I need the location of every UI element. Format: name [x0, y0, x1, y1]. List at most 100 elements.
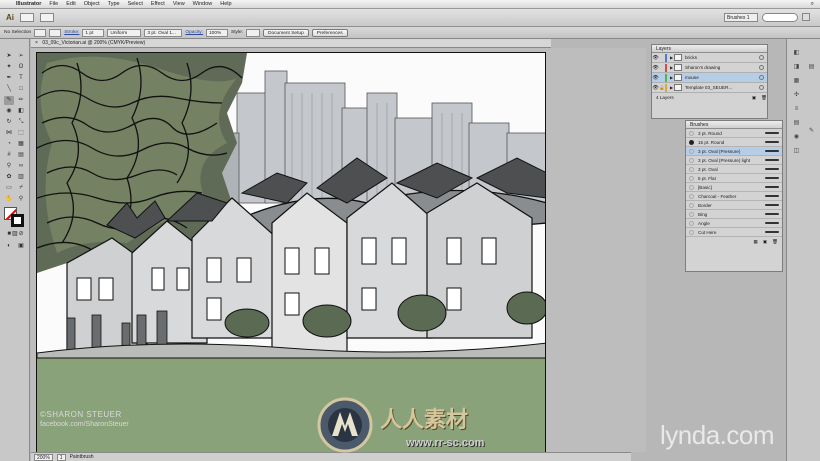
brush-row[interactable]: 3 pt. Oval (Pressure) light — [686, 156, 782, 165]
layer-target-icon[interactable] — [759, 65, 764, 70]
delete-brush-icon[interactable]: 🗑 — [772, 237, 778, 246]
fill-stroke-widget[interactable] — [4, 207, 26, 227]
blend-tool-icon[interactable]: ∞ — [16, 162, 26, 171]
artboard[interactable] — [36, 52, 546, 456]
shape-builder-icon[interactable]: ◔ — [4, 140, 14, 149]
menu-edit[interactable]: Edit — [62, 1, 79, 7]
stroke-panel-icon[interactable]: ≡ — [792, 105, 801, 113]
layer-name[interactable]: Template 03_SEUER... — [685, 85, 759, 90]
draw-mode-icon[interactable]: ◐ — [4, 242, 14, 251]
opacity-field[interactable]: 100% — [206, 28, 229, 37]
visibility-eye-icon[interactable]: 👁 — [652, 75, 659, 81]
zoom-tool-icon[interactable]: ⚲ — [16, 195, 26, 204]
brush-row[interactable]: [Basic] — [686, 183, 782, 192]
selection-tool-icon[interactable]: ➤ — [4, 52, 14, 61]
brush-libraries-icon[interactable]: ▦ — [753, 237, 757, 246]
visibility-eye-icon[interactable]: 👁 — [652, 85, 659, 91]
graphic-styles-icon[interactable]: ◫ — [792, 147, 801, 155]
menu-type[interactable]: Type — [104, 1, 124, 7]
blob-brush-icon[interactable]: ◉ — [4, 107, 14, 116]
menu-view[interactable]: View — [169, 1, 189, 7]
stroke-weight-field[interactable]: 1 pt — [82, 28, 105, 37]
arrange-documents-button[interactable] — [40, 13, 54, 22]
gradient-panel-icon[interactable]: ▤ — [792, 119, 801, 127]
scale-tool-icon[interactable]: ⤡ — [16, 118, 26, 127]
stroke-label[interactable]: Stroke: — [64, 30, 79, 35]
direct-selection-tool-icon[interactable]: ➢ — [16, 52, 26, 61]
color-mode-icons[interactable]: ■▨⊘ — [4, 230, 28, 239]
lasso-icon[interactable]: ʘ — [16, 63, 26, 72]
variable-width-profile[interactable]: Uniform — [107, 28, 142, 37]
layer-name[interactable]: Sharon's drawing — [685, 65, 759, 70]
free-transform-icon[interactable]: ⬚ — [16, 129, 26, 138]
paintbrush-tool-icon[interactable]: ✎ — [4, 96, 14, 105]
brush-row[interactable]: Cut Here — [686, 228, 782, 237]
type-tool-icon[interactable]: T — [16, 74, 26, 83]
symbols-panel-icon[interactable]: ✣ — [792, 91, 801, 99]
menu-select[interactable]: Select — [124, 1, 147, 7]
brush-row[interactable]: Angle — [686, 219, 782, 228]
brush-row[interactable]: Bing — [686, 210, 782, 219]
color-panel-icon[interactable]: ◧ — [792, 49, 801, 57]
brush-row[interactable]: 3 pt. Oval (Pressure) — [686, 147, 782, 156]
document-tab[interactable]: × 03_09c_Victorian.ai @ 200% (CMYK/Previ… — [31, 39, 551, 48]
menu-app-name[interactable]: Illustrator — [12, 1, 45, 7]
layer-row[interactable]: 👁 ▶ bricks — [652, 53, 767, 63]
width-tool-icon[interactable]: ⋈ — [4, 129, 14, 138]
stroke-swatch[interactable] — [49, 28, 62, 37]
visibility-eye-icon[interactable]: 👁 — [652, 65, 659, 71]
rectangle-tool-icon[interactable]: □ — [16, 85, 26, 94]
layers-panel-icon[interactable]: ▤ — [807, 63, 816, 71]
document-setup-button[interactable]: Document Setup — [263, 28, 309, 37]
layer-target-icon[interactable] — [759, 55, 764, 60]
graph-tool-icon[interactable]: ▥ — [16, 173, 26, 182]
preferences-button[interactable]: Preferences — [311, 28, 348, 37]
layer-row[interactable]: 👁 ▶ mouse — [652, 73, 767, 83]
minimize-icon[interactable] — [802, 13, 810, 21]
eraser-tool-icon[interactable]: ◧ — [16, 107, 26, 116]
slice-tool-icon[interactable]: ⌿ — [16, 184, 26, 193]
layer-target-icon[interactable] — [759, 75, 764, 80]
brushes-panel-title[interactable]: Brushes — [686, 121, 782, 129]
rotate-tool-icon[interactable]: ↻ — [4, 118, 14, 127]
eyedropper-icon[interactable]: ⚲ — [4, 162, 14, 171]
graphic-style-select[interactable] — [246, 28, 261, 37]
spotlight-search-icon[interactable]: ⌕ — [811, 1, 820, 8]
brush-row[interactable]: Charcoal - Feather — [686, 192, 782, 201]
visibility-eye-icon[interactable]: 👁 — [652, 55, 659, 61]
symbol-sprayer-icon[interactable]: ✿ — [4, 173, 14, 182]
pen-tool-icon[interactable]: ✒ — [4, 74, 14, 83]
artboard-tool-icon[interactable]: ▭ — [4, 184, 14, 193]
artboard-nav-field[interactable]: 1 — [56, 453, 66, 461]
stroke-swatch-black[interactable] — [11, 214, 24, 227]
new-brush-icon[interactable]: ▣ — [763, 237, 767, 246]
screen-mode-icon[interactable]: ▣ — [16, 242, 26, 251]
brush-row[interactable]: 3 pt. Round — [686, 129, 782, 138]
menu-window[interactable]: Window — [189, 1, 217, 7]
layer-name[interactable]: bricks — [685, 55, 759, 60]
menu-object[interactable]: Object — [80, 1, 104, 7]
layer-name[interactable]: mouse — [685, 75, 759, 80]
close-tab-icon[interactable]: × — [35, 40, 38, 46]
mesh-tool-icon[interactable]: # — [4, 151, 14, 160]
bridge-button[interactable] — [20, 13, 34, 22]
brush-row[interactable]: 5 pt. Flat — [686, 174, 782, 183]
pencil-tool-icon[interactable]: ✏ — [16, 96, 26, 105]
layer-target-icon[interactable] — [759, 85, 764, 90]
hand-tool-icon[interactable]: ✋ — [4, 195, 14, 204]
layers-panel-title[interactable]: Layers — [652, 45, 767, 53]
fill-swatch[interactable] — [34, 28, 47, 37]
new-layer-icon[interactable]: ▣ — [752, 93, 756, 102]
brushes-panel-icon[interactable]: ✎ — [807, 127, 816, 135]
color-guide-icon[interactable]: ◨ — [792, 63, 801, 71]
zoom-level-field[interactable]: 200% — [34, 453, 53, 461]
perspective-grid-icon[interactable]: ▦ — [16, 140, 26, 149]
line-tool-icon[interactable]: ╲ — [4, 85, 14, 94]
brush-row[interactable]: 3 pt. Oval — [686, 165, 782, 174]
menu-effect[interactable]: Effect — [147, 1, 169, 7]
brush-row[interactable]: 15 pt. Round — [686, 138, 782, 147]
delete-layer-icon[interactable]: 🗑 — [761, 93, 767, 102]
swatches-panel-icon[interactable]: ▦ — [792, 77, 801, 85]
layer-row[interactable]: 👁 ▶ Sharon's drawing — [652, 63, 767, 73]
workspace-switcher[interactable]: Brushes 1 — [724, 13, 758, 22]
